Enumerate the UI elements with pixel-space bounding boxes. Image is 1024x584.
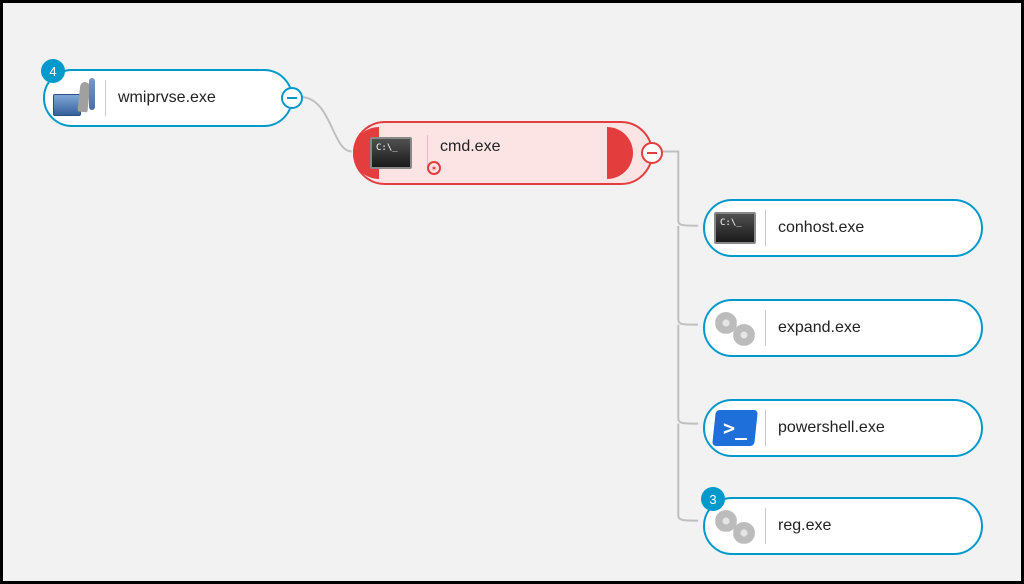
divider <box>765 310 766 346</box>
count-badge: 4 <box>41 59 65 83</box>
powershell-icon: >_ <box>705 401 765 455</box>
count-badge: 3 <box>701 487 725 511</box>
process-label: expand.exe <box>778 319 861 337</box>
cmd-icon <box>355 123 427 183</box>
malicious-arc-right-icon <box>607 127 633 179</box>
divider <box>765 508 766 544</box>
divider <box>765 210 766 246</box>
process-label: powershell.exe <box>778 419 885 437</box>
process-label: reg.exe <box>778 517 831 535</box>
process-node-child[interactable]: conhost.exe <box>703 199 983 257</box>
process-node-child[interactable]: >_ powershell.exe <box>703 399 983 457</box>
process-label: conhost.exe <box>778 219 864 237</box>
collapse-toggle[interactable] <box>641 142 663 164</box>
process-label: cmd.exe <box>440 138 500 156</box>
threat-indicator-icon: ✶ <box>427 161 441 175</box>
collapse-toggle[interactable] <box>281 87 303 109</box>
cmd-icon <box>705 201 765 255</box>
process-node-child[interactable]: expand.exe <box>703 299 983 357</box>
process-label: wmiprvse.exe <box>118 89 216 107</box>
process-node-child[interactable]: 3 reg.exe <box>703 497 983 555</box>
process-node-malicious[interactable]: cmd.exe ✶ <box>353 121 653 185</box>
process-node-root[interactable]: 4 wmiprvse.exe <box>43 69 293 127</box>
divider <box>765 410 766 446</box>
gears-icon <box>705 301 765 355</box>
divider <box>105 80 106 116</box>
